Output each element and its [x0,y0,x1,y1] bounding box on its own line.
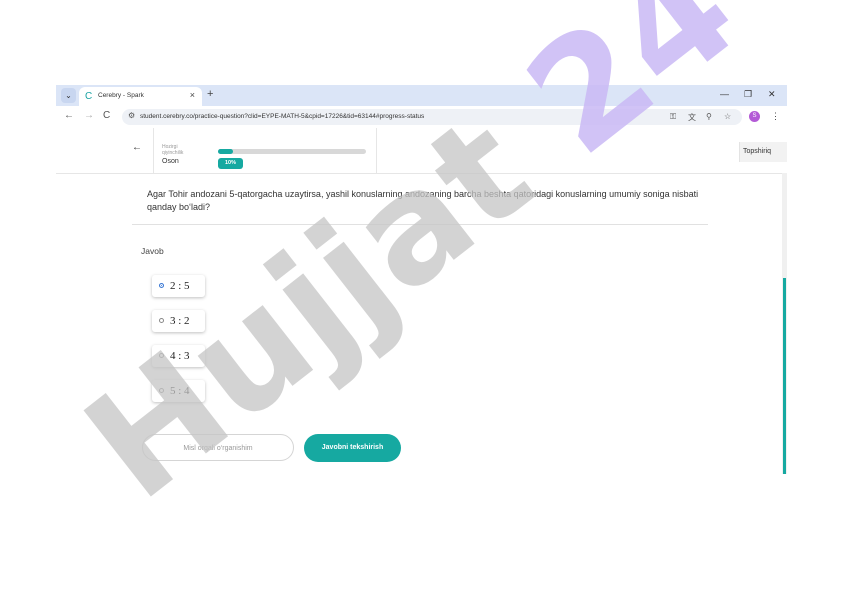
close-icon[interactable]: × [190,90,195,100]
back-arrow-icon[interactable]: ← [132,142,142,153]
option-text: 3 : 2 [170,315,190,327]
translate-icon[interactable]: 文 [688,112,696,123]
more-menu-icon[interactable]: ⋮ [771,111,780,122]
difficulty-panel: Hozirgi qiyinchilik Oson 10% [153,128,377,173]
practice-header: ← Hozirgi qiyinchilik Oson 10% Topshiriq [56,128,787,174]
password-key-icon[interactable]: ⚿ [670,112,676,122]
zoom-icon[interactable]: ⚲ [706,112,712,121]
option-text: 4 : 3 [170,350,190,362]
browser-toolbar: ← → C ⚙ student.cerebry.co/practice-ques… [56,106,787,128]
progress-bar [218,149,366,154]
chevron-down-icon[interactable]: ⌄ [61,88,76,103]
answer-option[interactable]: 5 : 4 [152,380,205,402]
answer-option[interactable]: 3 : 2 [152,310,205,332]
url-text[interactable]: student.cerebry.co/practice-question?cli… [140,113,424,120]
progress-fill [218,149,233,154]
bookmark-star-icon[interactable]: ☆ [724,112,731,121]
browser-tab[interactable]: C Cerebry - Spark × [79,87,202,106]
answer-option[interactable]: 4 : 3 [152,345,205,367]
radio-button[interactable] [159,283,164,288]
browser-window: ⌄ C Cerebry - Spark × + — ❐ ✕ ← → C ⚙ st… [56,85,787,474]
radio-button[interactable] [159,353,164,358]
answer-label: Javob [141,246,164,256]
reload-icon[interactable]: C [103,110,110,121]
check-answer-button[interactable]: Javobni tekshirish [304,434,401,462]
tab-strip: ⌄ C Cerebry - Spark × + — ❐ ✕ [56,85,787,106]
divider [132,224,708,225]
difficulty-caption: Hozirgi qiyinchilik [162,144,184,156]
progress-badge: 10% [218,158,243,169]
task-button[interactable]: Topshiriq [739,142,787,162]
cerebry-logo-icon: C [85,91,93,102]
difficulty-value: Oson [162,158,179,165]
profile-avatar[interactable]: S [749,111,760,122]
forward-icon[interactable]: → [84,110,94,121]
radio-button[interactable] [159,388,164,393]
window-close-icon[interactable]: ✕ [768,89,776,100]
restore-icon[interactable]: ❐ [744,89,752,100]
minimize-icon[interactable]: — [720,89,729,99]
address-bar[interactable]: ⚙ student.cerebry.co/practice-question?c… [122,109,742,125]
option-text: 5 : 4 [170,385,190,397]
new-tab-button[interactable]: + [207,88,213,100]
hint-button[interactable]: Misl orqali o‘rganishim [142,434,294,461]
back-icon[interactable]: ← [64,110,74,121]
scrollbar-thumb[interactable] [783,278,786,474]
tab-title: Cerebry - Spark [98,92,144,99]
site-settings-icon[interactable]: ⚙ [128,111,135,120]
question-text: Agar Tohir andozani 5-qatorgacha uzaytir… [147,189,699,212]
answer-option[interactable]: 2 : 5 [152,275,205,297]
radio-button[interactable] [159,318,164,323]
option-text: 2 : 5 [170,280,190,292]
